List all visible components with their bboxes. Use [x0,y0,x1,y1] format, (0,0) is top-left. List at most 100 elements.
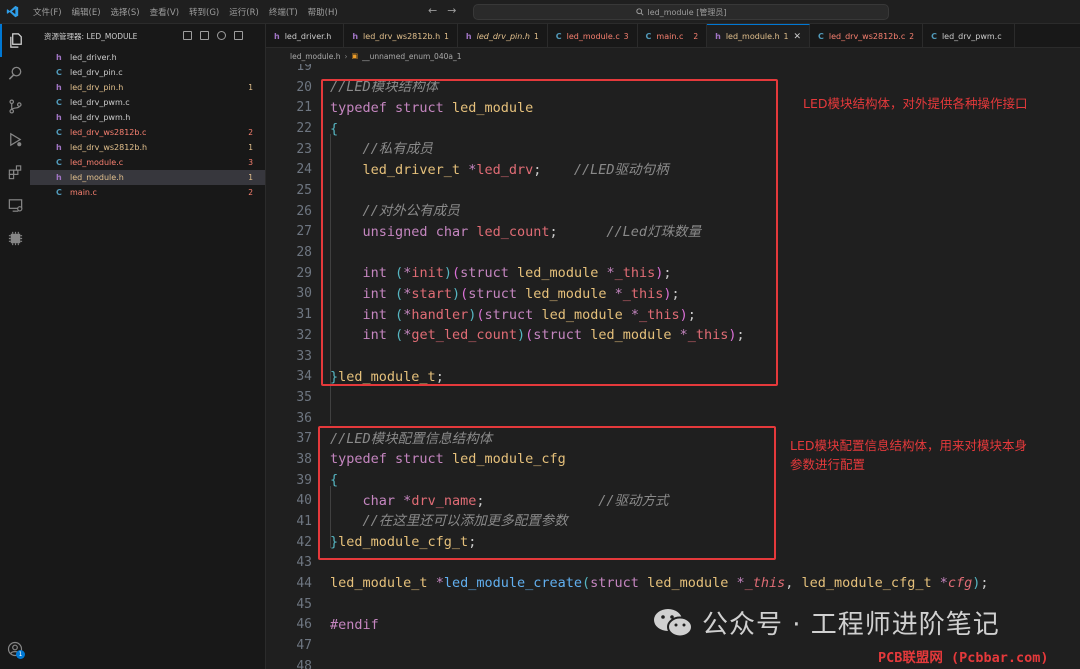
file-name: led_drv_pwm.h [70,113,131,122]
file-item[interactable]: Cled_drv_ws2812b.c 2 [30,125,265,140]
file-name: led_drv_pwm.c [70,98,130,107]
line-number: 35 [296,389,312,405]
new-file-icon[interactable] [183,31,192,40]
line-number: 48 [296,658,312,669]
highlight-box-cfg [318,426,776,560]
tab-led-drv-pwm-c[interactable]: Cled_drv_pwm.c [923,24,1015,47]
menu-help[interactable]: 帮助(H) [303,6,343,18]
tab-main-c[interactable]: Cmain.c 2 [638,24,708,47]
file-name: led_drv_ws2812b.h [70,143,148,152]
back-arrow-icon[interactable]: ← [428,4,437,17]
annotation-cfg: LED模块配置信息结构体，用来对模块本身 参数进行配置 [790,438,1027,472]
file-name: led_drv_pin.c [70,68,123,77]
forward-arrow-icon[interactable]: → [447,4,456,17]
tab-led-drv-ws2812b-h[interactable]: h led_drv_ws2812b.h 1 [344,24,458,47]
file-list: h led_driver.h Cled_drv_pin.c h led_drv_pi… [30,50,265,200]
c-file-icon: C [645,31,652,41]
search-activity-icon[interactable] [0,57,30,90]
menu-view[interactable]: 查看(V) [145,6,184,18]
menu-edit[interactable]: 编辑(E) [67,6,106,18]
h-file-icon: h [352,31,359,41]
c-file-icon: C [56,158,62,167]
nav-arrows: ← → [428,4,456,17]
file-item[interactable]: Cled_drv_pin.c [30,65,265,80]
line-number: 47 [296,638,312,654]
site-watermark: PCB联盟网 (Pcbbar.com) [878,650,1049,666]
file-item[interactable]: Cled_module.c 3 [30,155,265,170]
file-item[interactable]: h led_drv_ws2812b.h 1 [30,140,265,155]
highlight-box-struct [321,79,778,386]
c-file-icon: C [56,98,62,107]
collapse-all-icon[interactable] [234,31,243,40]
chip-extension-icon[interactable] [0,222,30,255]
file-name: led_drv_ws2812b.c [70,128,147,137]
file-item[interactable]: h led_driver.h [30,50,265,65]
problem-count: 1 [248,173,253,182]
h-file-icon: h [56,113,62,122]
title-bar: 文件(F) 编辑(E) 选择(S) 查看(V) 转到(G) 运行(R) 终端(T… [0,0,1080,24]
account-icon[interactable]: 1 [0,637,30,661]
line-number: 43 [296,555,312,571]
menu-run[interactable]: 运行(R) [224,6,264,18]
refresh-icon[interactable] [217,31,226,40]
tab-led-module-c[interactable]: Cled_module.c 3 [548,24,638,47]
extensions-icon[interactable] [0,156,30,189]
problem-count: 2 [248,188,253,197]
file-item[interactable]: Cmain.c 2 [30,185,265,200]
file-item[interactable]: Cled_drv_pwm.c [30,95,265,110]
wechat-watermark: 公众号 · 工程师进阶笔记 [652,604,1000,641]
h-file-icon: h [56,173,62,182]
problem-count: 1 [248,83,253,92]
explorer-icon[interactable] [0,24,30,57]
breadcrumb-file[interactable]: led_module.h [290,52,340,61]
h-file-icon: h [56,143,62,152]
h-file-icon: h [465,31,472,41]
source-control-icon[interactable] [0,90,30,123]
line-number: 45 [296,596,312,612]
tab-led-driver-h[interactable]: h led_driver.h [266,24,345,47]
remote-explorer-icon[interactable] [0,189,30,222]
new-folder-icon[interactable] [200,31,209,40]
menu-selection[interactable]: 选择(S) [106,6,145,18]
tab-led-module-h[interactable]: h led_module.h 1 ✕ [707,24,810,47]
menu-terminal[interactable]: 终端(T) [264,6,303,18]
close-tab-icon[interactable]: ✕ [793,32,801,42]
c-file-icon: C [56,128,62,137]
file-name: led_module.c [70,158,124,167]
breadcrumb-symbol[interactable]: __unnamed_enum_040a_1 [362,52,461,61]
wechat-watermark-text: 公众号 · 工程师进阶笔记 [702,610,1000,640]
file-item-selected[interactable]: h led_module.h 1 [30,170,265,185]
file-name: main.c [70,188,97,197]
menu-bar: 文件(F) 编辑(E) 选择(S) 查看(V) 转到(G) 运行(R) 终端(T… [28,6,343,18]
vscode-logo-icon [0,0,24,24]
menu-file[interactable]: 文件(F) [28,6,67,18]
problem-count: 3 [248,158,253,167]
run-debug-icon[interactable] [0,123,30,156]
file-item[interactable]: h led_drv_pin.h 1 [30,80,265,95]
file-name: led_drv_pin.h [70,83,124,92]
problem-count: 1 [248,143,253,152]
file-item[interactable]: h led_drv_pwm.h [30,110,265,125]
h-file-icon: h [715,32,721,41]
menu-go[interactable]: 转到(G) [184,6,224,18]
enum-icon: ▣ [351,52,359,60]
command-center-text: led_module [管理员] [647,7,727,17]
activity-bar: 1 [0,24,30,669]
c-file-icon: C [931,31,937,41]
file-name: led_module.h [70,173,124,182]
c-file-icon: C [817,31,824,41]
c-file-icon: C [56,188,62,197]
annotation-struct: LED模块结构体，对外提供各种操作接口 [803,96,1028,111]
editor-tabs: h led_driver.h h led_drv_ws2812b.h 1 h led_d… [266,24,1080,48]
h-file-icon: h [56,83,62,92]
explorer-sidebar: 资源管理器: LED_MODULE h led_driver.h Cled_drv… [30,24,266,669]
tab-led-drv-ws2812b-c[interactable]: Cled_drv_ws2812b.c 2 [810,24,924,47]
breadcrumb: led_module.h › ▣ __unnamed_enum_040a_1 [266,48,1080,64]
code-editor[interactable]: 19 20 21 22 23 24 25 26 27 28 29 30 31 32 33 34 35 36 37 38… [266,64,1080,669]
h-file-icon: h [56,53,62,62]
tab-led-drv-pin-h[interactable]: h led_drv_pin.h 1 [458,24,548,47]
h-file-icon: h [274,31,280,41]
command-center-search[interactable]: led_module [管理员] [473,4,889,20]
problem-count: 2 [248,128,253,137]
c-file-icon: C [56,68,62,77]
